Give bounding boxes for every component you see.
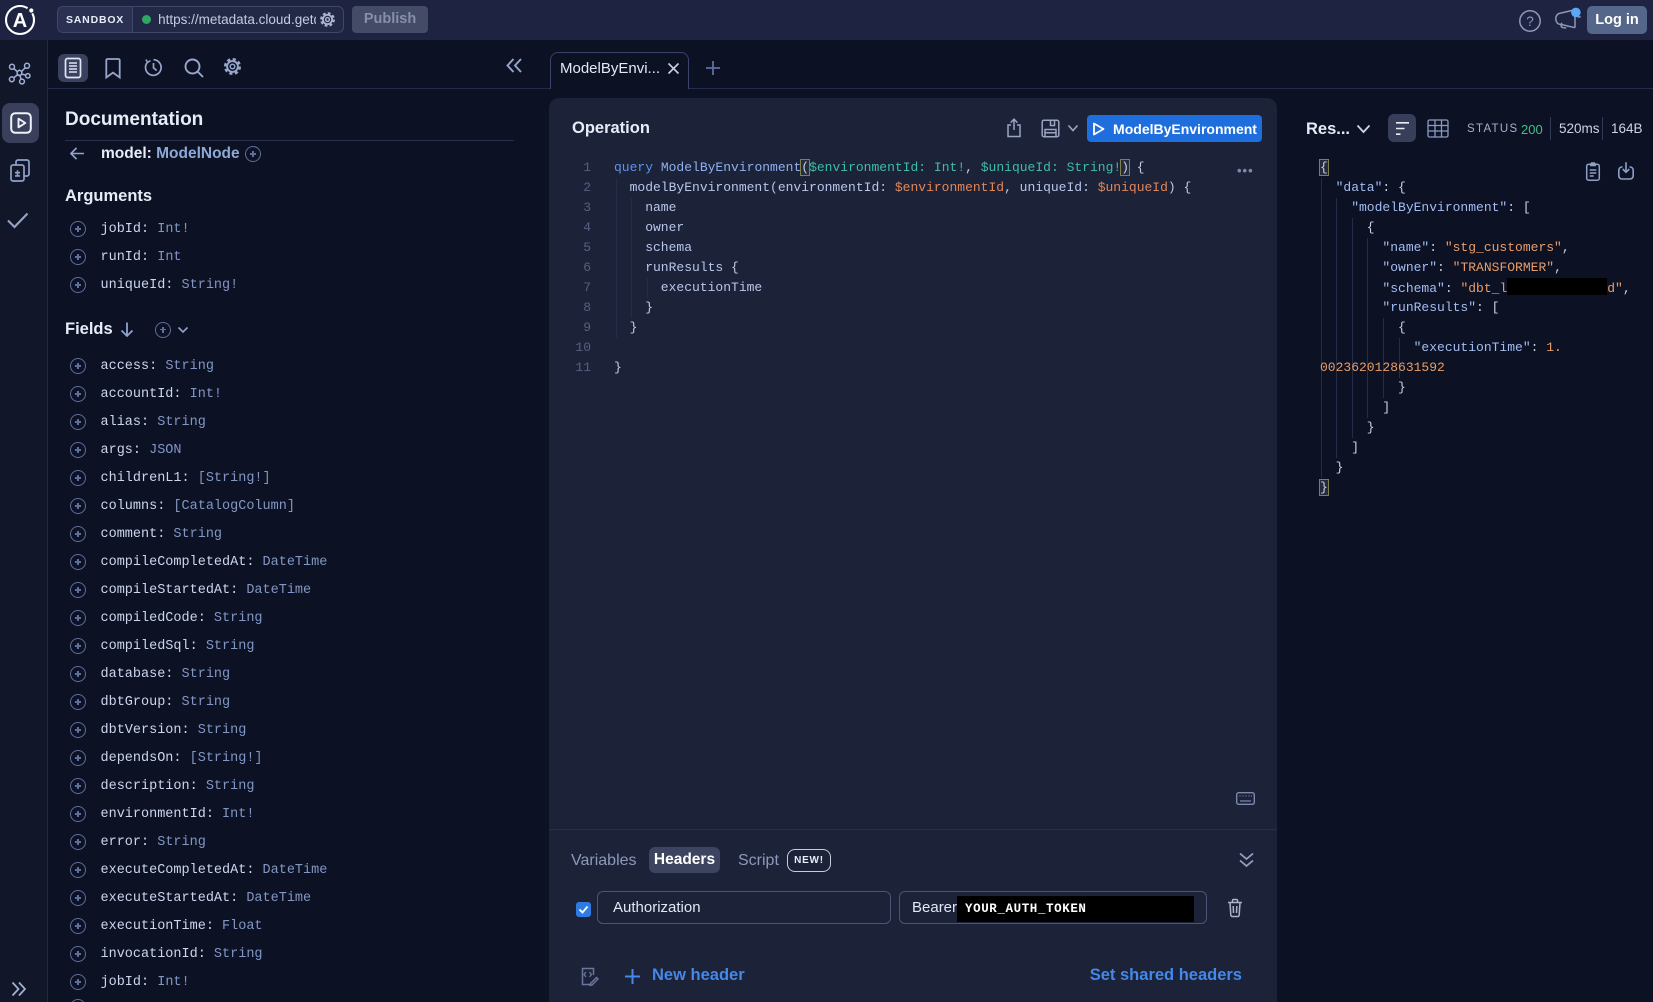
svg-text:?: ? bbox=[1526, 14, 1534, 29]
svg-text:A: A bbox=[13, 10, 27, 32]
